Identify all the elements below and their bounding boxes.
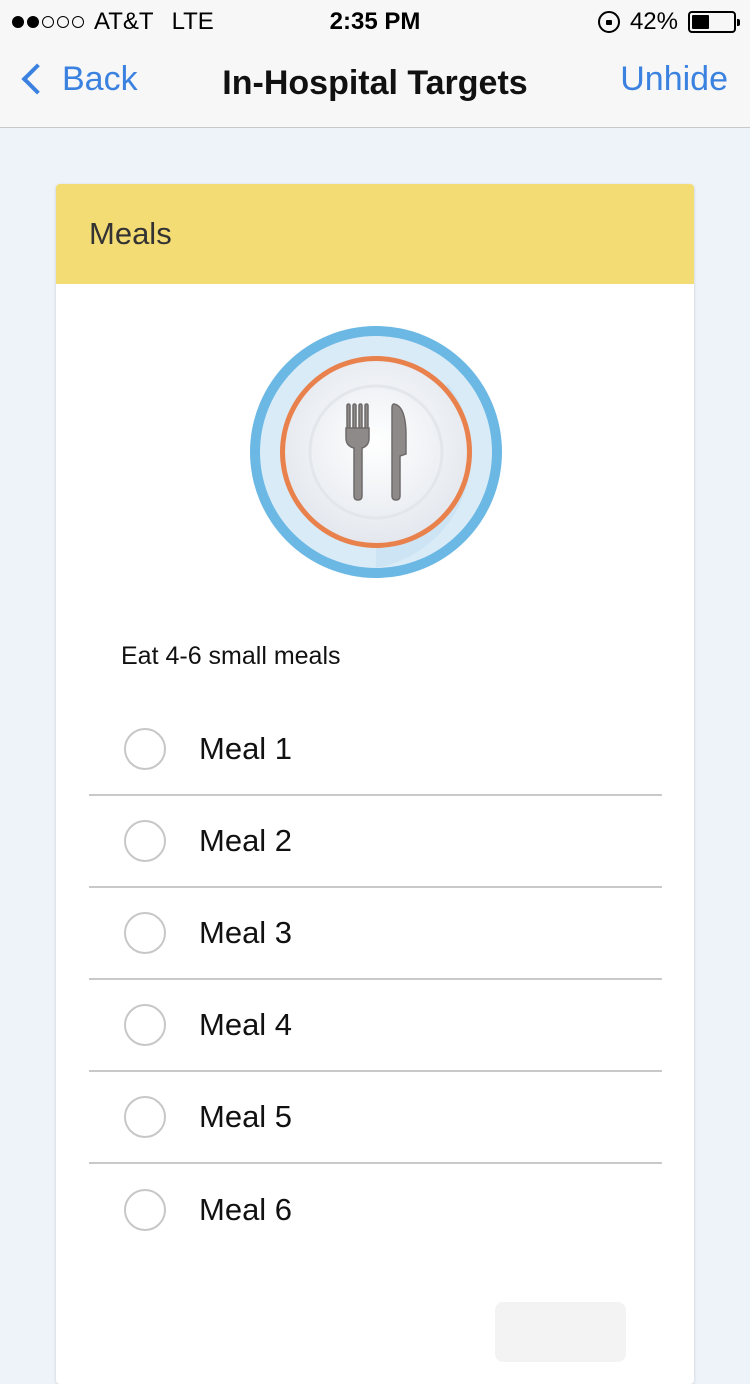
meal-row-3[interactable]: Meal 3 <box>89 888 662 980</box>
radio-button[interactable] <box>124 1189 166 1231</box>
meal-label: Meal 5 <box>199 1099 293 1134</box>
meal-row-6[interactable]: Meal 6 <box>89 1164 662 1256</box>
meal-label: Meal 1 <box>199 731 293 766</box>
radio-button[interactable] <box>124 1004 166 1046</box>
battery-fill <box>692 15 709 29</box>
radio-button[interactable] <box>124 728 166 770</box>
status-bar: AT&T LTE 2:35 PM 42% <box>0 0 750 40</box>
plate-fork-knife-icon <box>250 326 502 578</box>
meal-row-1[interactable]: Meal 1 <box>89 704 662 796</box>
meal-list: Meal 1 Meal 2 Meal 3 Meal 4 Meal 5 Meal … <box>89 704 662 1256</box>
meal-target-description: Eat 4-6 small meals <box>121 642 341 670</box>
radio-button[interactable] <box>124 1096 166 1138</box>
battery-percent: 42% <box>629 8 678 35</box>
meal-row-5[interactable]: Meal 5 <box>89 1072 662 1164</box>
navigation-bar: Back In-Hospital Targets Unhide <box>0 40 750 128</box>
meal-row-2[interactable]: Meal 2 <box>89 796 662 888</box>
meal-label: Meal 6 <box>199 1192 293 1227</box>
meal-row-4[interactable]: Meal 4 <box>89 980 662 1072</box>
status-right: 42% <box>597 8 740 36</box>
radio-button[interactable] <box>124 912 166 954</box>
unhide-button[interactable]: Unhide <box>620 60 728 99</box>
meal-label: Meal 3 <box>199 915 293 950</box>
meal-label: Meal 4 <box>199 1007 293 1042</box>
battery-icon <box>688 11 740 33</box>
radio-button[interactable] <box>124 820 166 862</box>
card-header: Meals <box>56 184 694 284</box>
meal-label: Meal 2 <box>199 823 293 858</box>
rotation-lock-icon <box>597 11 620 33</box>
bottom-button[interactable] <box>495 1302 626 1362</box>
meals-card: Meals Eat 4-6 small meals Meal 1 Meal 2 … <box>56 184 694 1384</box>
